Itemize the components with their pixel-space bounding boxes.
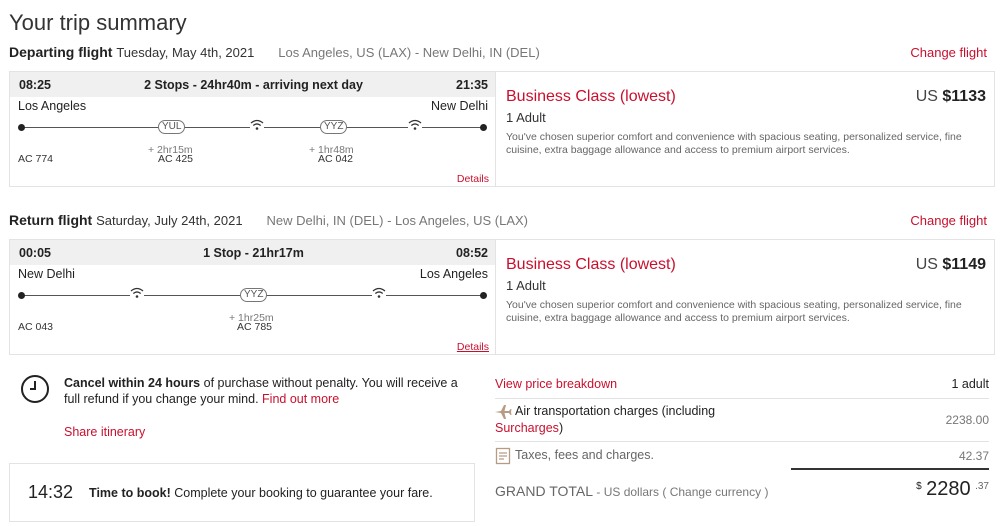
passenger-count: 1 adult [951,377,989,391]
grand-total-currency-symbol: $ [916,481,922,492]
find-out-more-link[interactable]: Find out more [262,392,339,406]
departing-label: Departing flight [9,44,113,60]
page-title: Your trip summary [9,10,187,35]
air-transport-label: Air transportation charges (including Sur… [495,403,775,437]
departing-card-header: 08:25 2 Stops - 24hr40m - arriving next … [10,72,495,97]
departing-details-link[interactable]: Details [457,173,489,185]
currency-code: US [915,256,938,273]
origin-dot [18,292,25,299]
air-transport-amount: 2238.00 [945,413,989,427]
departing-summary: 2 Stops - 24hr40m - arriving next day [144,77,363,92]
wifi-icon [250,118,264,130]
return-dest-city: Los Angeles [419,267,488,281]
air-transport-label-text: Air transportation charges (including [515,404,716,418]
divider [495,398,989,399]
return-fare-card: Business Class (lowest) US $1149 1 Adult… [496,239,995,355]
flight-number: AC 774 [18,153,54,165]
return-fare-name: Business Class (lowest) [506,256,676,273]
grand-total-whole: 2280 [926,478,971,500]
wifi-icon [130,286,144,298]
departing-arrive-time: 21:35 [456,77,488,92]
return-summary: 1 Stop - 21hr17m [203,245,304,260]
return-card-header: 00:05 1 Stop - 21hr17m 08:52 [10,240,495,265]
taxes-label: Taxes, fees and charges. [515,448,654,462]
departing-fare-description: You've chosen superior comfort and conve… [506,131,962,156]
stop-airport-yul: YUL [158,120,186,134]
cancel-policy-text: Cancel within 24 hours of purchase witho… [64,375,474,407]
return-fare-description: You've chosen superior comfort and conve… [506,299,962,324]
currency-code: US [915,88,938,105]
return-fare-pax: 1 Adult [506,278,546,293]
return-details-link[interactable]: Details [457,341,489,353]
grand-total-currency-text: - US dollars ( [593,485,670,499]
departing-route: Los Angeles, US (LAX) - New Delhi, IN (D… [278,45,540,60]
return-fare-price: US $1149 [916,256,986,274]
origin-dot [18,124,25,131]
grand-total-text: GRAND TOTAL [495,483,594,499]
cancel-policy-bold: Cancel within 24 hours [64,376,201,390]
departing-origin-city: Los Angeles [18,99,87,113]
timer-message-bold: Time to book! [89,485,171,500]
return-date: Saturday, July 24th, 2021 [96,213,243,228]
departing-fare-pax: 1 Adult [506,110,546,125]
booking-timer: 14:32 Time to book! Complete your bookin… [9,463,475,522]
change-currency-link[interactable]: Change currency [670,485,761,499]
grand-total-label: GRAND TOTAL - US dollars ( Change curren… [495,483,768,499]
countdown-time: 14:32 [28,482,74,502]
return-flight-card: 00:05 1 Stop - 21hr17m 08:52 New Delhi L… [9,239,496,355]
destination-dot [480,124,487,131]
grand-total-amount: $ 2280 .37 [916,478,989,501]
departing-dest-city: New Delhi [431,99,488,113]
return-route: New Delhi, IN (DEL) - Los Angeles, US (L… [266,213,529,228]
clock-icon [20,374,50,409]
stop-airport-yyz: YYZ [240,288,268,302]
return-depart-time: 00:05 [19,245,51,260]
departing-fare-price: US $1133 [916,88,986,106]
return-origin-city: New Delhi [18,267,75,281]
departing-depart-time: 08:25 [19,77,51,92]
timer-message-body: Complete your booking to guarantee your … [170,485,433,500]
departing-cities: Los Angeles New Delhi [10,97,495,113]
change-departing-flight-link[interactable]: Change flight [910,45,987,60]
total-rule [791,468,989,470]
receipt-icon [495,447,511,470]
grand-total-close: ) [761,485,769,499]
departing-flight-card: 08:25 2 Stops - 24hr40m - arriving next … [9,71,496,187]
return-arrive-time: 08:52 [456,245,488,260]
departing-timeline: YUL YYZ + 2hr15m + 1hr48m [18,113,487,163]
taxes-amount: 42.37 [958,449,989,463]
wifi-icon [372,286,386,298]
departing-fare-card: Business Class (lowest) US $1133 1 Adult… [496,71,995,187]
price-amount: $1149 [942,256,986,273]
return-cities: New Delhi Los Angeles [10,265,495,281]
share-itinerary-link[interactable]: Share itinerary [64,425,145,439]
return-label: Return flight [9,212,93,228]
flight-number: AC 043 [18,321,54,333]
wifi-icon [408,118,422,130]
departing-date: Tuesday, May 4th, 2021 [116,45,255,60]
view-price-breakdown-link[interactable]: View price breakdown [495,377,617,391]
air-transport-label-close: ) [558,421,564,435]
surcharges-text: Surcharges [495,421,559,435]
departing-fare-name: Business Class (lowest) [506,88,676,105]
stop-airport-yyz: YYZ [320,120,348,134]
return-header: Return flight Saturday, July 24th, 2021 … [9,212,528,228]
grand-total-cents: .37 [975,481,989,492]
departing-header: Departing flight Tuesday, May 4th, 2021 … [9,44,540,60]
timer-message: Time to book! Complete your booking to g… [89,486,433,500]
divider [495,441,989,442]
flight-number: AC 785 [237,321,273,333]
price-amount: $1133 [942,88,986,105]
change-return-flight-link[interactable]: Change flight [910,213,987,228]
flight-number: AC 042 [318,153,354,165]
destination-dot [480,292,487,299]
flight-number: AC 425 [158,153,194,165]
